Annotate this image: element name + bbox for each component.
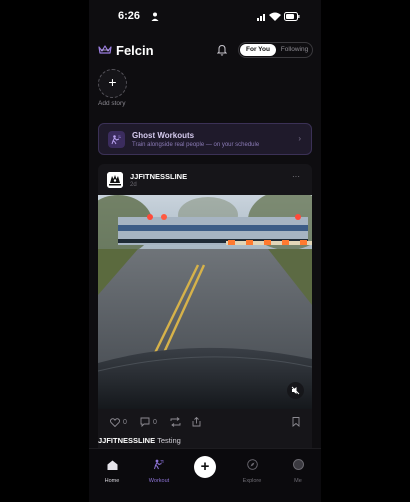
nav-explore[interactable]: Explore — [232, 457, 272, 484]
app-screen: 6:26 Felcin For You Following + Add stor… — [89, 0, 321, 502]
comment-button[interactable]: 0 — [140, 416, 157, 428]
home-icon — [107, 460, 117, 470]
share-button[interactable] — [192, 416, 201, 428]
share-icon — [192, 417, 201, 427]
bottom-nav: Home Workout + Explore Me — [89, 448, 321, 502]
compass-icon — [246, 459, 258, 470]
avatar-icon — [292, 459, 304, 470]
signal-icon — [257, 14, 265, 21]
mute-button[interactable] — [287, 382, 304, 399]
comment-count: 0 — [153, 418, 157, 426]
post-timestamp: 2d — [130, 182, 137, 188]
repost-button[interactable] — [170, 416, 181, 428]
nav-me-label: Me — [294, 478, 302, 484]
status-bar: 6:26 — [89, 9, 321, 25]
add-story-button[interactable]: + — [98, 69, 127, 98]
person-icon — [151, 12, 159, 21]
like-count: 0 — [123, 418, 127, 426]
ghost-workout-icon — [108, 131, 125, 148]
felcin-logo-icon — [98, 45, 112, 54]
status-time: 6:26 — [118, 10, 141, 22]
more-options-icon[interactable]: ··· — [292, 172, 300, 181]
tab-following[interactable]: Following — [277, 44, 312, 56]
post-avatar[interactable] — [107, 172, 123, 188]
caption-text: Testing — [157, 436, 181, 445]
post-video[interactable] — [98, 195, 312, 409]
chevron-right-icon: › — [298, 134, 301, 143]
ghost-workouts-card[interactable]: Ghost Workouts Train alongside real peop… — [98, 123, 312, 155]
comment-icon — [140, 417, 150, 427]
bookmark-button[interactable] — [292, 416, 300, 428]
ghost-card-subtitle: Train alongside real people — on your sc… — [132, 142, 260, 148]
feed-post: JJFITNESSLINE 2d ··· 0 0 JJFITNESSLINE T… — [98, 164, 312, 464]
video-frame — [98, 195, 312, 409]
bell-icon[interactable] — [217, 44, 227, 56]
nav-explore-label: Explore — [242, 478, 262, 484]
mute-icon — [291, 386, 300, 395]
post-caption: JJFITNESSLINE Testing — [98, 436, 181, 445]
bookmark-icon — [292, 417, 300, 427]
post-actions: 0 0 — [98, 416, 312, 430]
nav-home-label: Home — [104, 478, 120, 484]
nav-workout[interactable]: Workout — [139, 457, 179, 484]
repost-icon — [170, 417, 181, 427]
workout-icon — [154, 459, 164, 470]
post-username[interactable]: JJFITNESSLINE — [130, 172, 187, 181]
nav-workout-label: Workout — [148, 478, 170, 484]
battery-icon — [284, 12, 300, 21]
caption-username[interactable]: JJFITNESSLINE — [98, 436, 155, 445]
create-post-button[interactable]: + — [194, 456, 216, 478]
feed-toggle: For You Following — [238, 42, 313, 58]
plus-icon: + — [108, 74, 117, 90]
like-button[interactable]: 0 — [110, 416, 127, 428]
heart-icon — [110, 417, 120, 427]
ghost-card-title: Ghost Workouts — [132, 131, 195, 140]
app-title: Felcin — [116, 43, 154, 58]
nav-me[interactable]: Me — [278, 457, 318, 484]
tab-for-you[interactable]: For You — [240, 44, 276, 56]
add-story-label: Add story — [98, 100, 126, 107]
nav-home[interactable]: Home — [92, 457, 132, 484]
wifi-icon — [269, 12, 281, 21]
